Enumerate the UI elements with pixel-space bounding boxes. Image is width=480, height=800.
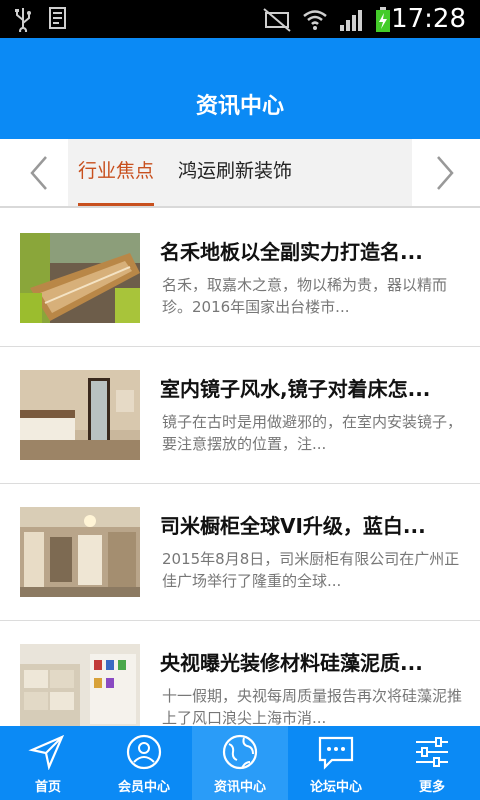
news-summary: 名禾，取嘉木之意，物以稀为贵，器以精而珍。2016年国家出台楼市...	[162, 276, 448, 316]
news-title: 央视曝光装修材料硅藻泥质...	[160, 651, 423, 675]
user-icon	[124, 734, 164, 770]
document-icon	[48, 6, 70, 36]
showroom-photo	[20, 507, 140, 597]
nav-member-center[interactable]: 会员中心	[96, 726, 192, 800]
wood-table-photo	[20, 233, 140, 323]
battery-icon	[374, 6, 392, 38]
chevron-left-icon[interactable]	[20, 153, 60, 193]
tab-hongyun[interactable]: 鸿运刷新装饰	[178, 139, 292, 206]
status-bar: 17:28	[0, 0, 480, 38]
wifi-icon	[302, 7, 328, 37]
news-item[interactable]: 室内镜子风水,镜子对着床怎... 镜子在古时是用做避邪的，在室内安装镜子，要注意…	[0, 347, 480, 484]
mute-icon	[262, 7, 292, 37]
send-icon	[28, 734, 68, 771]
nav-label: 首页	[34, 780, 61, 795]
nav-label: 论坛中心	[309, 780, 362, 795]
bottom-nav: 首页 会员中心 资讯中心 论坛中心 更多	[0, 726, 480, 800]
usb-icon	[14, 6, 32, 36]
signal-icon	[338, 7, 364, 37]
news-list: 名禾地板以全副实力打造名... 名禾，取嘉木之意，物以稀为贵，器以精而珍。201…	[0, 210, 480, 726]
category-tab-bar: 行业焦点 鸿运刷新装饰	[0, 139, 480, 208]
nav-label: 会员中心	[117, 780, 170, 795]
bedroom-mirror-photo	[20, 370, 140, 460]
news-item[interactable]: 央视曝光装修材料硅藻泥质... 十一假期，央视每周质量报告再次将硅藻泥推上了风口…	[0, 621, 480, 726]
nav-more[interactable]: 更多	[384, 726, 480, 800]
globe-icon	[220, 734, 260, 770]
news-item[interactable]: 名禾地板以全副实力打造名... 名禾，取嘉木之意，物以稀为贵，器以精而珍。201…	[0, 210, 480, 347]
news-summary: 2015年8月8日，司米厨柜有限公司在广州正佳广场举行了隆重的全球...	[162, 550, 460, 590]
page-title: 资讯中心	[195, 94, 284, 119]
tabs-strip: 行业焦点 鸿运刷新装饰	[68, 139, 412, 206]
news-title: 室内镜子风水,镜子对着床怎...	[160, 377, 431, 401]
app-header: 资讯中心	[0, 38, 480, 139]
tab-industry-focus[interactable]: 行业焦点	[78, 139, 155, 206]
news-summary: 十一假期，央视每周质量报告再次将硅藻泥推上了风口浪尖上海市消...	[162, 687, 463, 726]
nav-forum-center[interactable]: 论坛中心	[288, 726, 384, 800]
news-title: 司米橱柜全球VI升级，蓝白...	[160, 514, 426, 538]
sliders-icon	[412, 734, 452, 770]
nav-home[interactable]: 首页	[0, 726, 96, 800]
chat-icon	[316, 734, 356, 770]
news-summary: 镜子在古时是用做避邪的，在室内安装镜子，要注意摆放的位置，注...	[162, 413, 463, 453]
nav-label: 更多	[418, 780, 445, 795]
news-title: 名禾地板以全副实力打造名...	[160, 240, 423, 264]
clock: 17:28	[391, 4, 466, 34]
news-item[interactable]: 司米橱柜全球VI升级，蓝白... 2015年8月8日，司米厨柜有限公司在广州正佳…	[0, 484, 480, 621]
nav-news-center[interactable]: 资讯中心	[192, 726, 288, 800]
material-bags-photo	[20, 644, 140, 726]
nav-label: 资讯中心	[213, 780, 266, 795]
chevron-right-icon[interactable]	[424, 153, 464, 193]
